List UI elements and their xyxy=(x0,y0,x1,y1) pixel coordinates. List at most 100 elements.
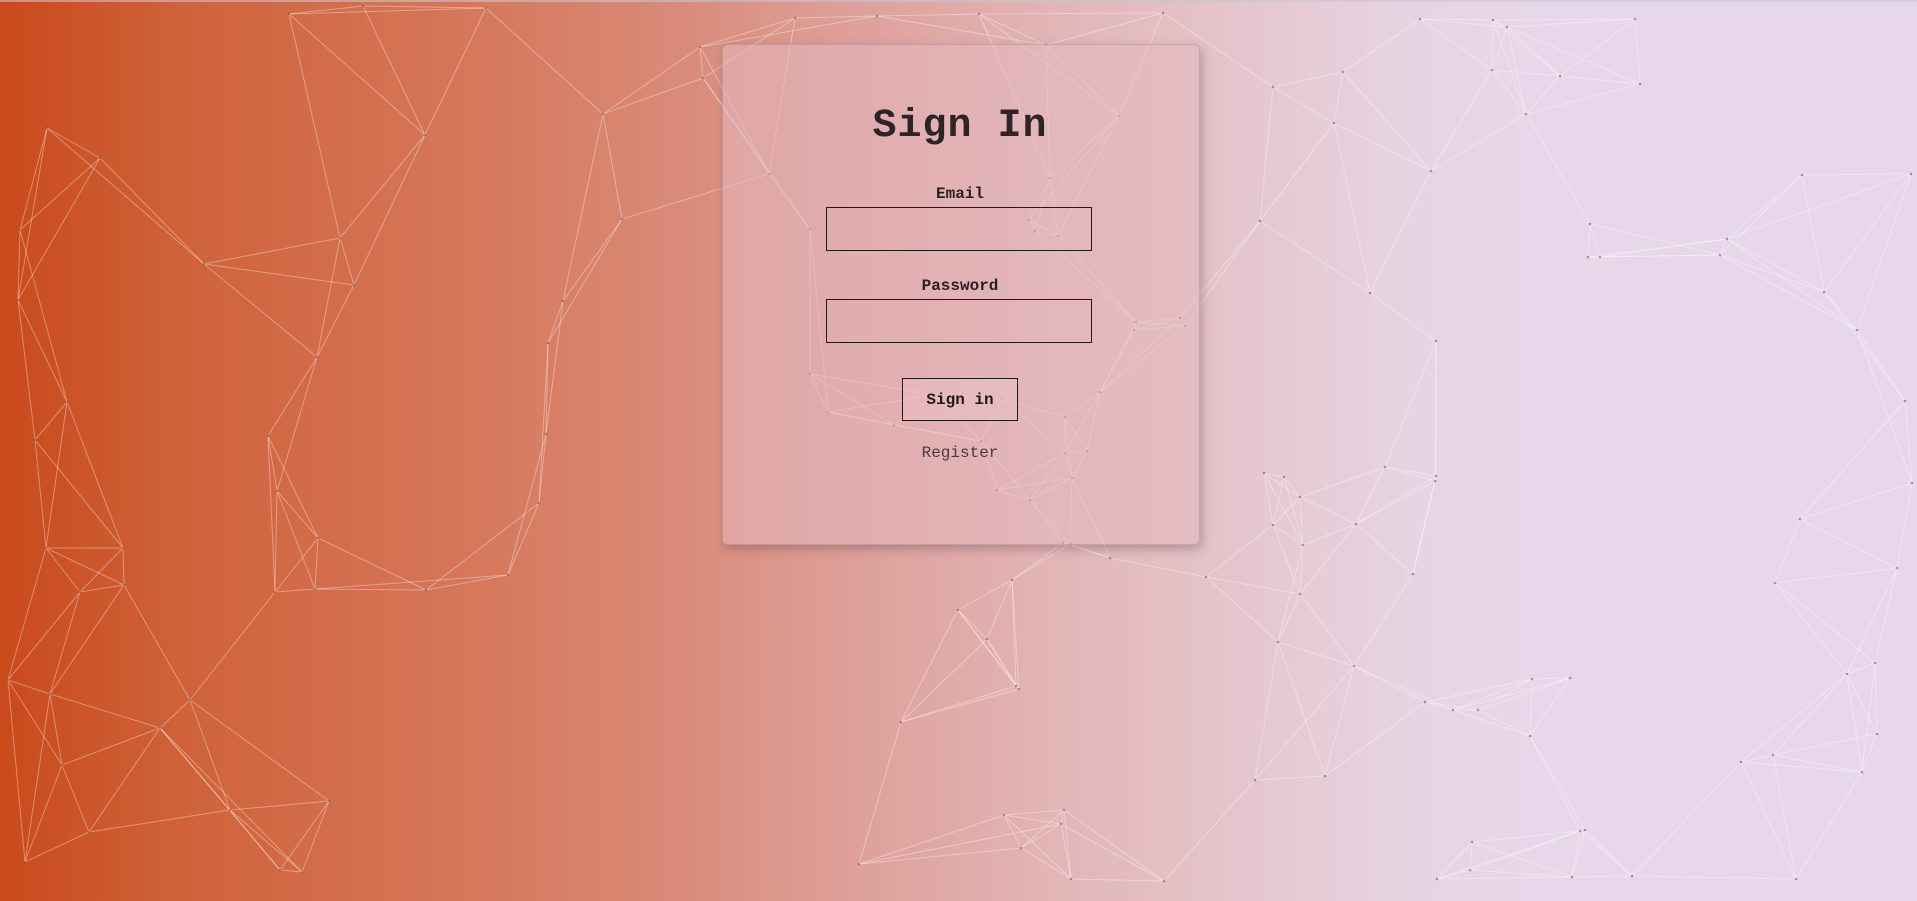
mesh-line xyxy=(1299,496,1357,525)
mesh-line xyxy=(1471,841,1573,878)
mesh-node xyxy=(1895,566,1899,570)
mesh-node xyxy=(1017,687,1021,691)
mesh-node xyxy=(1282,475,1286,479)
mesh-line xyxy=(1631,875,1797,880)
mesh-node xyxy=(1771,753,1775,757)
mesh-node xyxy=(352,283,356,287)
mesh-line xyxy=(1599,254,1721,258)
mesh-node xyxy=(1794,877,1798,881)
mesh-node xyxy=(1586,255,1590,259)
mesh-line xyxy=(189,699,330,802)
mesh-line xyxy=(24,693,51,863)
mesh-node xyxy=(561,299,565,303)
mesh-line xyxy=(1506,26,1561,77)
mesh-line xyxy=(1491,19,1494,71)
mesh-line xyxy=(1740,761,1863,773)
mesh-node xyxy=(1875,732,1879,736)
mesh-line xyxy=(1430,113,1527,172)
mesh-node xyxy=(18,228,22,232)
mesh-line xyxy=(1333,122,1371,294)
mesh-line xyxy=(1272,524,1301,595)
email-field[interactable] xyxy=(826,207,1092,251)
mesh-line xyxy=(123,584,191,701)
mesh-line xyxy=(547,218,623,344)
mesh-node xyxy=(1798,517,1802,521)
mesh-line xyxy=(1277,641,1355,667)
mesh-line xyxy=(858,721,902,865)
mesh-node xyxy=(1873,661,1877,665)
mesh-node xyxy=(424,588,428,592)
mesh-node xyxy=(1059,822,1063,826)
mesh-node xyxy=(1411,572,1415,576)
mesh-line xyxy=(274,588,316,593)
mesh-line xyxy=(1726,238,1858,331)
mesh-line xyxy=(189,591,276,701)
mesh-line xyxy=(1795,771,1863,880)
mesh-node xyxy=(60,763,64,767)
mesh-line xyxy=(1369,292,1437,342)
mesh-line xyxy=(362,5,426,136)
mesh-node xyxy=(620,217,624,221)
mesh-node xyxy=(977,12,981,16)
mesh-node xyxy=(338,236,342,240)
mesh-node xyxy=(698,45,702,49)
mesh-line xyxy=(339,237,355,286)
mesh-line xyxy=(1259,86,1274,222)
mesh-line xyxy=(1525,83,1641,115)
mesh-node xyxy=(23,860,27,864)
mesh-node xyxy=(1433,479,1437,483)
mesh-node xyxy=(1435,877,1439,881)
mesh-line xyxy=(1631,761,1742,877)
mesh-line xyxy=(1324,701,1426,777)
mesh-line xyxy=(1355,523,1414,575)
mesh-line xyxy=(61,727,161,766)
mesh-node xyxy=(793,16,797,20)
password-field[interactable] xyxy=(826,299,1092,343)
mesh-node xyxy=(361,4,365,8)
mesh-node xyxy=(98,156,102,160)
mesh-node xyxy=(1271,85,1275,89)
mesh-line xyxy=(1904,400,1913,484)
mesh-node xyxy=(1368,291,1372,295)
mesh-node xyxy=(33,438,37,442)
mesh-node xyxy=(1630,874,1634,878)
mesh-line xyxy=(88,809,231,833)
mesh-line xyxy=(1571,875,1633,878)
mesh-line xyxy=(1011,543,1071,581)
mesh-line xyxy=(1740,761,1797,880)
register-link[interactable]: Register xyxy=(722,443,1198,463)
mesh-node xyxy=(65,400,69,404)
mesh-node xyxy=(1578,829,1582,833)
mesh-node xyxy=(537,501,541,505)
mesh-line xyxy=(425,574,509,591)
mesh-node xyxy=(1434,474,1438,478)
mesh-line xyxy=(1045,12,1164,46)
sign-in-button[interactable]: Sign in xyxy=(902,378,1018,421)
mesh-line xyxy=(1587,223,1591,258)
mesh-line xyxy=(314,537,319,590)
mesh-node xyxy=(875,14,879,18)
mesh-node xyxy=(1903,399,1907,403)
mesh-line xyxy=(159,727,281,871)
mesh-line xyxy=(279,800,330,871)
mesh-line xyxy=(1823,291,1858,331)
mesh-line xyxy=(1774,582,1876,664)
mesh-node xyxy=(273,590,277,594)
mesh-line xyxy=(1584,829,1633,877)
mesh-line xyxy=(1726,238,1825,293)
mesh-node xyxy=(202,262,206,266)
mesh-line xyxy=(978,12,1164,15)
mesh-line xyxy=(1259,220,1371,294)
mesh-line xyxy=(1353,665,1426,703)
mesh-line xyxy=(1272,71,1344,88)
mesh-node xyxy=(857,862,861,866)
mesh-line xyxy=(1740,673,1848,763)
mesh-line xyxy=(19,157,101,231)
mesh-node xyxy=(1423,700,1427,704)
mesh-node xyxy=(546,341,550,345)
mesh-line xyxy=(7,679,51,695)
mesh-line xyxy=(314,574,509,590)
mesh-line xyxy=(7,679,63,766)
mesh-line xyxy=(1856,329,1913,484)
mesh-line xyxy=(1259,122,1335,222)
